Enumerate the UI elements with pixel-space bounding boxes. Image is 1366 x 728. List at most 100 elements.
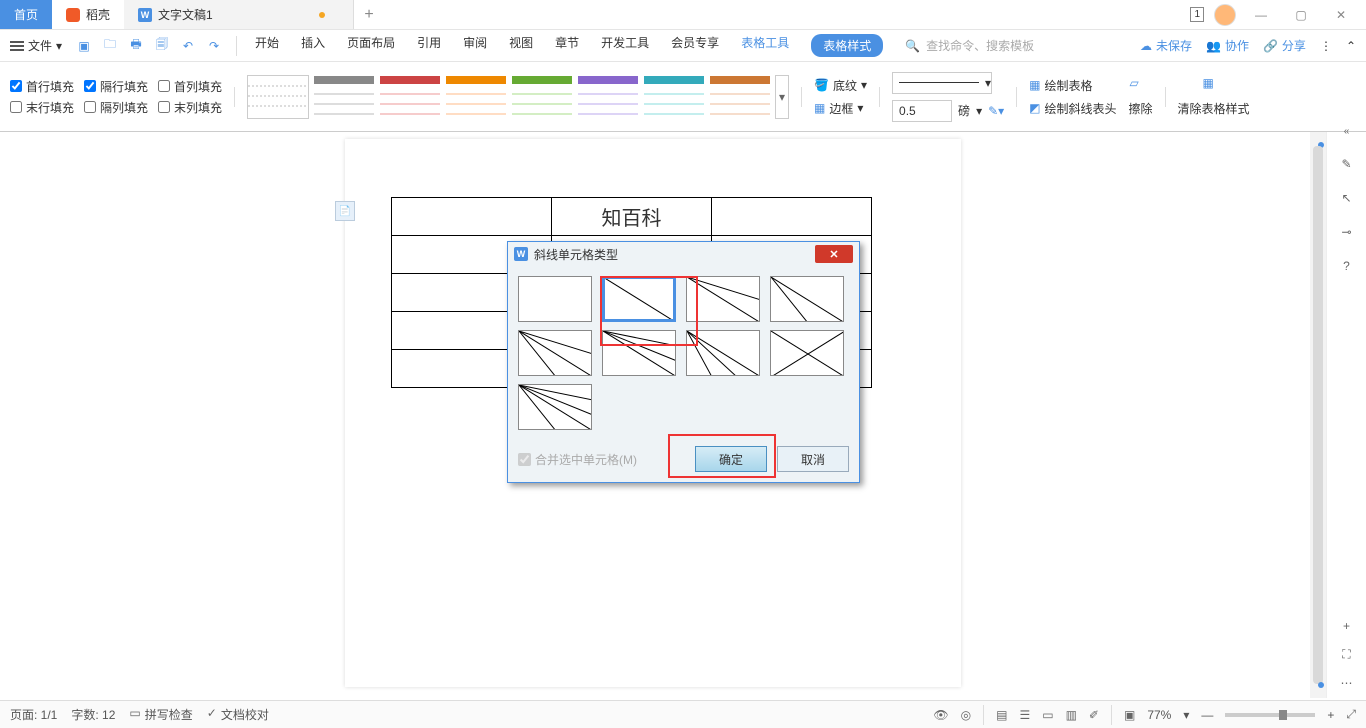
tab-page-layout[interactable]: 页面布局 [347,34,395,57]
page-tag-icon[interactable]: 📄 [335,201,355,221]
eye-icon[interactable]: 👁 [933,708,948,722]
close-button[interactable]: ✕ [1326,1,1356,29]
open-icon[interactable]: 🗀 [102,38,118,54]
diag-fan[interactable] [518,384,592,430]
share-link[interactable]: 🔗分享 [1263,37,1306,54]
zoom-out-button[interactable]: — [1201,708,1213,722]
plus-icon[interactable]: + [1343,619,1350,633]
minimize-button[interactable]: — [1246,1,1276,29]
collab-link[interactable]: 👥协作 [1206,37,1249,54]
expand-icon[interactable]: ⛶ [1342,647,1350,662]
unsaved-link[interactable]: ☁未保存 [1140,37,1192,54]
eraser-button[interactable]: ▱擦除 [1129,76,1153,117]
tab-vip[interactable]: 会员专享 [671,34,719,57]
cell-title[interactable]: 知百科 [552,198,712,236]
tab-references[interactable]: 引用 [417,34,441,57]
vertical-scrollbar[interactable] [1310,132,1326,698]
diag-tl-br[interactable] [602,276,676,322]
word-count[interactable]: 字数: 12 [71,706,115,723]
style-brown[interactable] [709,75,771,119]
new-doc-icon[interactable]: ▣ [76,38,92,54]
line-weight-input[interactable]: 0.5 [892,100,952,122]
pencil-tool-icon[interactable]: ✎ [1341,157,1351,171]
user-avatar[interactable] [1214,4,1236,26]
border-button[interactable]: ▦边框▾ [814,100,867,117]
more-menu[interactable]: ⋮ [1320,39,1332,53]
print-preview-icon[interactable]: 🗐 [154,38,170,54]
view-read-icon[interactable]: ▭ [1042,708,1053,722]
draw-diagonal-button[interactable]: ◩绘制斜线表头 [1029,100,1116,117]
style-teal[interactable] [643,75,705,119]
zoom-level[interactable]: 77% [1147,708,1171,722]
window-badge[interactable]: 1 [1190,7,1204,22]
more-icon[interactable]: ⋯ [1341,676,1353,690]
tab-table-style[interactable]: 表格样式 [811,34,883,57]
tab-docer[interactable]: 稻壳 [52,0,124,29]
ok-button[interactable]: 确定 [695,446,767,472]
clear-style-button[interactable]: ▦清除表格样式 [1178,76,1250,117]
style-orange[interactable] [445,75,507,119]
view-page-icon[interactable]: ▤ [996,708,1007,722]
help-icon[interactable]: ? [1343,259,1350,273]
page-indicator[interactable]: 页面: 1/1 [10,706,57,723]
dialog-close-button[interactable]: ✕ [815,245,853,263]
style-purple[interactable] [577,75,639,119]
new-tab-button[interactable]: + [354,0,384,29]
view-web-icon[interactable]: ▥ [1066,708,1077,722]
tab-section[interactable]: 章节 [555,34,579,57]
tab-table-tools[interactable]: 表格工具 [741,34,789,57]
chk-band-row[interactable]: 隔行填充 [84,78,148,95]
proofing-toggle[interactable]: ✓文档校对 [207,706,269,723]
spellcheck-toggle[interactable]: ▭拼写检查 [129,706,192,723]
chk-last-row[interactable]: 末行填充 [10,99,74,116]
diag-none[interactable] [518,276,592,322]
draw-table-button[interactable]: ▦绘制表格 [1029,77,1116,94]
fit-icon[interactable]: ▣ [1124,708,1135,722]
select-tool-icon[interactable]: ↖ [1341,191,1351,205]
chk-last-col[interactable]: 末列填充 [158,99,222,116]
shading-button[interactable]: 🪣底纹▾ [814,77,867,94]
cancel-button[interactable]: 取消 [777,446,849,472]
chk-first-col[interactable]: 首列填充 [158,78,222,95]
diag-split-3a[interactable] [686,276,760,322]
tab-review[interactable]: 审阅 [463,34,487,57]
undo-icon[interactable]: ↶ [180,38,196,54]
chk-first-row[interactable]: 首行填充 [10,78,74,95]
zoom-knob[interactable] [1279,710,1287,720]
style-green[interactable] [511,75,573,119]
style-plain[interactable] [247,75,309,119]
gallery-more[interactable]: ▾ [775,75,789,119]
rail-chevron-icon[interactable]: « [1344,126,1350,137]
tab-insert[interactable]: 插入 [301,34,325,57]
file-menu[interactable]: 文件 ▾ [10,37,62,54]
scrollbar-thumb[interactable] [1313,146,1323,684]
diag-split-3b[interactable] [770,276,844,322]
maximize-button[interactable]: ▢ [1286,1,1316,29]
settings-tool-icon[interactable]: ⊸ [1341,225,1351,239]
dialog-titlebar[interactable]: W 斜线单元格类型 ✕ [508,242,859,266]
tab-developer[interactable]: 开发工具 [601,34,649,57]
tab-view[interactable]: 视图 [509,34,533,57]
chevron-down-icon[interactable]: ▾ [976,104,982,118]
redo-icon[interactable]: ↷ [206,38,222,54]
diag-split-4c[interactable] [686,330,760,376]
print-icon[interactable]: 🖶 [128,38,144,54]
view-print-icon[interactable]: ✐ [1089,708,1099,722]
search-box[interactable]: 🔍 查找命令、搜索模板 [905,37,1034,54]
chk-band-col[interactable]: 隔列填充 [84,99,148,116]
style-red[interactable] [379,75,441,119]
diag-split-4b[interactable] [602,330,676,376]
line-style-select[interactable]: ▾ [892,72,992,94]
style-gray[interactable] [313,75,375,119]
tab-document[interactable]: W 文字文稿1 [124,0,354,29]
fullscreen-icon[interactable]: ⤢ [1346,707,1356,722]
pen-color-icon[interactable]: ✎▾ [988,104,1004,118]
chevron-down-icon[interactable]: ▾ [1183,708,1189,722]
tab-start[interactable]: 开始 [255,34,279,57]
focus-icon[interactable]: ◎ [961,708,971,722]
diag-split-4a[interactable] [518,330,592,376]
tab-home[interactable]: 首页 [0,0,52,29]
view-outline-icon[interactable]: ☰ [1019,708,1030,722]
zoom-in-button[interactable]: + [1327,708,1334,722]
diag-cross[interactable] [770,330,844,376]
